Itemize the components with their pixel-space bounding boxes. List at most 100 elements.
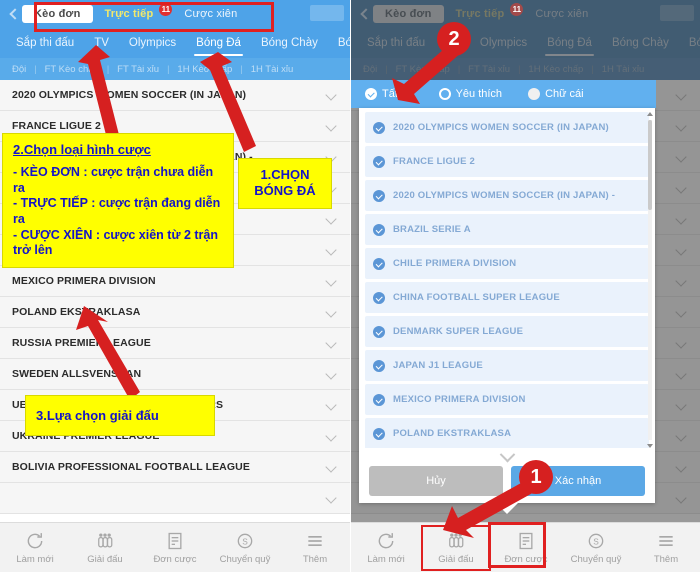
chevron-down-icon[interactable]: [359, 448, 655, 466]
subtab-1h-tai-xiu[interactable]: 1H Tài xỉu: [243, 64, 302, 75]
chevron-down-icon[interactable]: [326, 120, 338, 132]
chevron-down-icon[interactable]: [326, 182, 338, 194]
league-icon: [445, 531, 467, 551]
segment-truc-tiep[interactable]: Trực tiếp: [93, 5, 166, 23]
chevron-down-icon[interactable]: [326, 275, 338, 287]
refresh-icon: [24, 531, 46, 551]
chevron-down-icon[interactable]: [326, 368, 338, 380]
chevron-down-icon[interactable]: [326, 337, 338, 349]
chevron-down-icon[interactable]: [326, 89, 338, 101]
nav-chuyen-quy[interactable]: S Chuyển quỹ: [210, 525, 280, 571]
modal-list-item[interactable]: 2020 OLYMPICS WOMEN SOCCER (IN JAPAN) -: [365, 180, 649, 211]
league-row[interactable]: POLAND EKSTRAKLASA: [0, 297, 350, 328]
check-circle-icon[interactable]: [373, 121, 385, 134]
modal-league-list[interactable]: 2020 OLYMPICS WOMEN SOCCER (IN JAPAN) FR…: [359, 108, 655, 448]
filter-option-tat-ca[interactable]: Tất cả: [365, 88, 413, 100]
left-bottom-nav: Làm mới Giải đấu Đơn cược S Chuyển quỹ T…: [0, 522, 350, 572]
nav-don-cuoc[interactable]: Đơn cược: [140, 525, 210, 571]
modal-pointer-tail: [496, 503, 518, 514]
tab-sap-thi-dau[interactable]: Sắp thi đấu: [6, 28, 84, 58]
league-name: UEFA CHAMPIONS LEAGUE QUALIFIERS: [12, 399, 224, 411]
chevron-down-icon[interactable]: [326, 213, 338, 225]
modal-list-item[interactable]: 2020 OLYMPICS WOMEN SOCCER (IN JAPAN): [365, 112, 649, 143]
filter-option-chu-cai[interactable]: Chữ cái: [528, 88, 584, 100]
modal-scrollbar[interactable]: [647, 112, 653, 448]
confirm-button[interactable]: Xác nhận: [511, 466, 645, 496]
league-row[interactable]: RUSSIA PREMIER LEAGUE: [0, 328, 350, 359]
league-row[interactable]: CHILE PRIMERA DIVISION: [0, 204, 350, 235]
nav-them[interactable]: Thêm: [280, 525, 350, 571]
league-row[interactable]: UKRAINE PREMIER LEAGUE: [0, 421, 350, 452]
chevron-down-icon[interactable]: [326, 461, 338, 473]
chevron-down-icon[interactable]: [326, 244, 338, 256]
filter-label: Chữ cái: [545, 88, 584, 100]
modal-list-item[interactable]: JAPAN J1 LEAGUE: [365, 350, 649, 381]
scroll-down-arrow-icon[interactable]: [647, 444, 653, 448]
check-circle-icon[interactable]: [373, 223, 385, 236]
league-row[interactable]: BRAZIL SERIE A: [0, 173, 350, 204]
scroll-up-arrow-icon[interactable]: [647, 112, 653, 116]
chevron-down-icon[interactable]: [326, 430, 338, 442]
nav-don-cuoc[interactable]: Đơn cược: [491, 525, 561, 571]
subtab-ft-tai-xiu[interactable]: FT Tài xỉu: [109, 64, 167, 75]
nav-chuyen-quy[interactable]: S Chuyển quỹ: [561, 525, 631, 571]
segment-keo-don[interactable]: Kèo đơn: [22, 5, 93, 23]
modal-league-name: BRAZIL SERIE A: [393, 224, 471, 235]
check-circle-icon[interactable]: [373, 325, 385, 338]
chevron-down-icon[interactable]: [326, 151, 338, 163]
tab-bong-ro[interactable]: Bóng: [328, 28, 350, 58]
left-panel: Kèo đơn Trực tiếp 11 Cược xiên Sắp thi đ…: [0, 0, 350, 572]
nav-giai-dau[interactable]: Giải đấu: [70, 525, 140, 571]
filter-label: Tất cả: [382, 88, 413, 100]
radio-ring-icon: [438, 88, 451, 100]
league-row[interactable]: UEFA CHAMPIONS LEAGUE QUALIFIERS: [0, 390, 350, 421]
check-circle-icon[interactable]: [373, 393, 385, 406]
check-circle-icon[interactable]: [373, 291, 385, 304]
league-name: CHILE PRIMERA DIVISION: [12, 213, 146, 225]
check-circle-icon[interactable]: [373, 257, 385, 270]
tab-olympics[interactable]: Olympics: [119, 28, 186, 58]
modal-list-item[interactable]: DENMARK SUPER LEAGUE: [365, 316, 649, 347]
league-selection-modal: 2020 OLYMPICS WOMEN SOCCER (IN JAPAN) FR…: [359, 108, 655, 514]
league-row[interactable]: 2020 OLYMPICS WOMEN SOCCER (IN JAPAN): [0, 80, 350, 111]
radio-solid-icon: [528, 88, 541, 100]
modal-list-item[interactable]: POLAND EKSTRAKLASA: [365, 418, 649, 448]
league-row[interactable]: 2020 OLYMPICS WOMEN SOCCER (IN JAPAN) -: [0, 142, 350, 173]
chevron-down-icon[interactable]: [326, 399, 338, 411]
check-circle-icon[interactable]: [373, 427, 385, 440]
nav-giai-dau[interactable]: Giải đấu: [421, 524, 491, 571]
modal-list-item[interactable]: FRANCE LIGUE 2: [365, 146, 649, 177]
segment-cuoc-xien[interactable]: Cược xiên: [172, 5, 249, 23]
modal-list-item[interactable]: MEXICO PRIMERA DIVISION: [365, 384, 649, 415]
league-row[interactable]: [0, 483, 350, 514]
check-circle-icon[interactable]: [373, 359, 385, 372]
league-row[interactable]: MEXICO PRIMERA DIVISION: [0, 266, 350, 297]
league-row[interactable]: CHINA FOOTBALL SUPER LEAGUE: [0, 235, 350, 266]
modal-list-item[interactable]: CHILE PRIMERA DIVISION: [365, 248, 649, 279]
tab-bong-chay[interactable]: Bóng Chày: [251, 28, 328, 58]
refresh-icon: [375, 531, 397, 551]
chevron-left-icon[interactable]: [6, 7, 20, 21]
league-row[interactable]: FRANCE LIGUE 2: [0, 111, 350, 142]
tab-bong-da[interactable]: Bóng Đá: [186, 28, 251, 58]
check-circle-icon[interactable]: [373, 189, 385, 202]
scrollbar-thumb[interactable]: [648, 120, 652, 210]
chevron-down-icon[interactable]: [326, 492, 338, 504]
tab-tv[interactable]: TV: [84, 28, 119, 58]
league-row[interactable]: BOLIVIA PROFESSIONAL FOOTBALL LEAGUE: [0, 452, 350, 483]
nav-lam-moi[interactable]: Làm mới: [351, 525, 421, 571]
subtab-ft-keo-chap[interactable]: FT Kèo chấp: [37, 64, 107, 75]
league-row[interactable]: SWEDEN ALLSVENSKAN: [0, 359, 350, 390]
bet-type-segment-control: Kèo đơn Trực tiếp 11 Cược xiên: [22, 2, 249, 23]
filter-option-yeu-thich[interactable]: Yêu thích: [438, 88, 502, 100]
subtab-doi[interactable]: Đội: [4, 64, 34, 75]
league-icon: [94, 531, 116, 551]
cancel-button[interactable]: Hủy: [369, 466, 503, 496]
nav-them[interactable]: Thêm: [631, 525, 700, 571]
modal-list-item[interactable]: CHINA FOOTBALL SUPER LEAGUE: [365, 282, 649, 313]
check-circle-icon[interactable]: [373, 155, 385, 168]
nav-lam-moi[interactable]: Làm mới: [0, 525, 70, 571]
subtab-1h-keo-chap[interactable]: 1H Kèo chấp: [169, 64, 240, 75]
chevron-down-icon[interactable]: [326, 306, 338, 318]
modal-list-item[interactable]: BRAZIL SERIE A: [365, 214, 649, 245]
